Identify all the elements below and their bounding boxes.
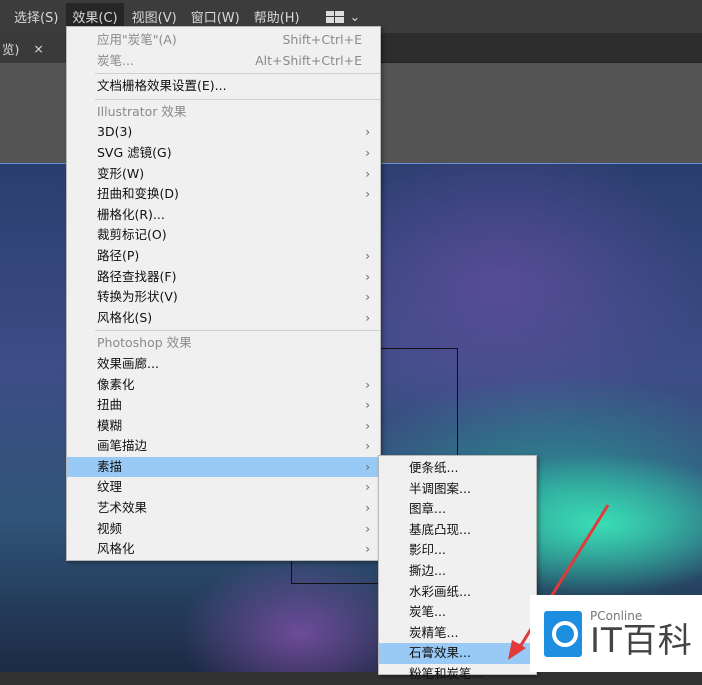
menu-item[interactable]: 路径查找器(F) ›	[67, 267, 380, 288]
menu-item-apply-last: 应用"炭笔"(A) Shift+Ctrl+E	[67, 30, 380, 51]
submenu-item[interactable]: 炭精笔...	[379, 623, 536, 644]
menu-item[interactable]: SVG 滤镜(G) ›	[67, 143, 380, 164]
menu-item-label: 裁剪标记(O)	[97, 227, 167, 243]
menu-item-label: 转换为形状(V)	[97, 289, 178, 305]
menu-item[interactable]: 像素化 ›	[67, 375, 380, 396]
submenu-item[interactable]: 石膏效果...	[379, 643, 536, 664]
watermark-big: IT百科	[590, 620, 693, 661]
menu-item-label: 风格化	[97, 541, 135, 557]
chevron-right-icon: ›	[365, 439, 370, 454]
menu-item-label: 扭曲和变换(D)	[97, 186, 179, 202]
effect-menu: 应用"炭笔"(A) Shift+Ctrl+E 炭笔... Alt+Shift+Ctr…	[66, 26, 381, 561]
menu-item-label: 栅格化(R)...	[97, 206, 165, 222]
document-tab-label: 览)	[2, 41, 20, 57]
menu-item[interactable]: 风格化 ›	[67, 539, 380, 560]
menu-item[interactable]: 扭曲 ›	[67, 395, 380, 416]
chevron-right-icon: ›	[365, 290, 370, 305]
menu-item-label: 3D(3)	[97, 124, 133, 140]
submenu-item[interactable]: 基底凸现...	[379, 520, 536, 541]
photoshop-header: Photoshop 效果	[97, 335, 192, 351]
menu-item-label: 应用"炭笔"(A)	[97, 32, 177, 47]
menu-item-label: 艺术效果	[97, 500, 148, 516]
menu-item[interactable]: 模糊 ›	[67, 416, 380, 437]
separator	[95, 330, 380, 332]
menu-item-label: SVG 滤镜(G)	[97, 144, 172, 160]
menu-item-doc-raster[interactable]: 文档栅格效果设置(E)...	[67, 76, 380, 97]
chevron-right-icon: ›	[365, 125, 370, 140]
pconline-watermark: PConline IT百科	[530, 595, 702, 672]
menu-item[interactable]: 转换为形状(V) ›	[67, 287, 380, 308]
submenu-item[interactable]: 粉笔和炭笔...	[379, 664, 536, 685]
chevron-right-icon: ›	[365, 542, 370, 557]
close-icon[interactable]: ×	[33, 41, 43, 56]
chevron-right-icon: ›	[365, 480, 370, 495]
illustrator-header: Illustrator 效果	[97, 103, 187, 119]
menu-item-label: 纹理	[97, 479, 123, 495]
chevron-right-icon: ›	[365, 248, 370, 263]
submenu-item[interactable]: 水彩画纸...	[379, 582, 536, 603]
chevron-right-icon: ›	[365, 166, 370, 181]
menu-item[interactable]: 栅格化(R)...	[67, 205, 380, 226]
magnifier-logo-icon	[544, 610, 582, 657]
menu-item-last-effect: 炭笔... Alt+Shift+Ctrl+E	[67, 51, 380, 72]
submenu-item[interactable]: 撕边...	[379, 561, 536, 582]
sketch-submenu: 便条纸... 半调图案... 图章... 基底凸现... 影印... 撕边... 水彩画纸.…	[378, 455, 537, 681]
submenu-item[interactable]: 图章...	[379, 499, 536, 520]
separator	[95, 73, 380, 75]
chevron-right-icon: ›	[365, 398, 370, 413]
submenu-item[interactable]: 半调图案...	[379, 479, 536, 500]
menu-item-label: 画笔描边	[97, 438, 148, 454]
submenu-item[interactable]: 炭笔...	[379, 602, 536, 623]
menu-item[interactable]: 素描 ›	[67, 456, 380, 478]
menu-item-label: 变形(W)	[97, 165, 145, 181]
menu-item[interactable]: 纹理 ›	[67, 477, 380, 498]
chevron-right-icon: ›	[365, 145, 370, 160]
chevron-right-icon: ›	[365, 377, 370, 392]
chevron-right-icon: ›	[365, 521, 370, 536]
submenu-item[interactable]: 便条纸...	[379, 458, 536, 479]
menu-item-label: 路径(P)	[97, 247, 140, 263]
menu-item[interactable]: 效果画廊...	[67, 354, 380, 375]
menu-item-label: 风格化(S)	[97, 309, 153, 325]
menu-select[interactable]: 选择(S)	[8, 3, 64, 30]
layout-grid-icon	[325, 10, 344, 23]
chevron-right-icon: ›	[365, 310, 370, 325]
menu-item[interactable]: 艺术效果 ›	[67, 498, 380, 519]
chevron-right-icon: ›	[365, 418, 370, 433]
menu-item[interactable]: 3D(3) ›	[67, 122, 380, 143]
menu-item[interactable]: 变形(W) ›	[67, 164, 380, 185]
menu-item-label: 效果画廊...	[97, 355, 159, 371]
menu-item[interactable]: 风格化(S) ›	[67, 308, 380, 329]
menu-item-label: 模糊	[97, 417, 123, 433]
menu-item[interactable]: 裁剪标记(O)	[67, 225, 380, 246]
menu-item[interactable]: 路径(P) ›	[67, 246, 380, 267]
menu-item[interactable]: 画笔描边 ›	[67, 436, 380, 457]
submenu-item[interactable]: 影印...	[379, 540, 536, 561]
menu-item-label: 像素化	[97, 376, 135, 392]
shortcut: Alt+Shift+Ctrl+E	[255, 52, 362, 68]
chevron-right-icon: ›	[365, 459, 370, 474]
chevron-right-icon: ›	[365, 501, 370, 516]
menu-item[interactable]: 扭曲和变换(D) ›	[67, 184, 380, 205]
workspace-layout-button[interactable]: ⌄	[325, 9, 361, 24]
menu-item-label: 路径查找器(F)	[97, 268, 177, 284]
menu-item-label: 素描	[97, 458, 123, 474]
shortcut: Shift+Ctrl+E	[282, 32, 363, 47]
chevron-right-icon: ›	[365, 269, 370, 284]
menu-item-label: 扭曲	[97, 397, 123, 413]
chevron-right-icon: ›	[365, 187, 370, 202]
menu-item-label: 炭笔...	[97, 52, 134, 68]
chevron-down-icon: ⌄	[349, 9, 361, 24]
document-tab[interactable]: 览) ×	[0, 33, 66, 63]
separator	[95, 98, 380, 100]
menu-item[interactable]: 视频 ›	[67, 519, 380, 540]
menu-item-label: 视频	[97, 520, 123, 536]
